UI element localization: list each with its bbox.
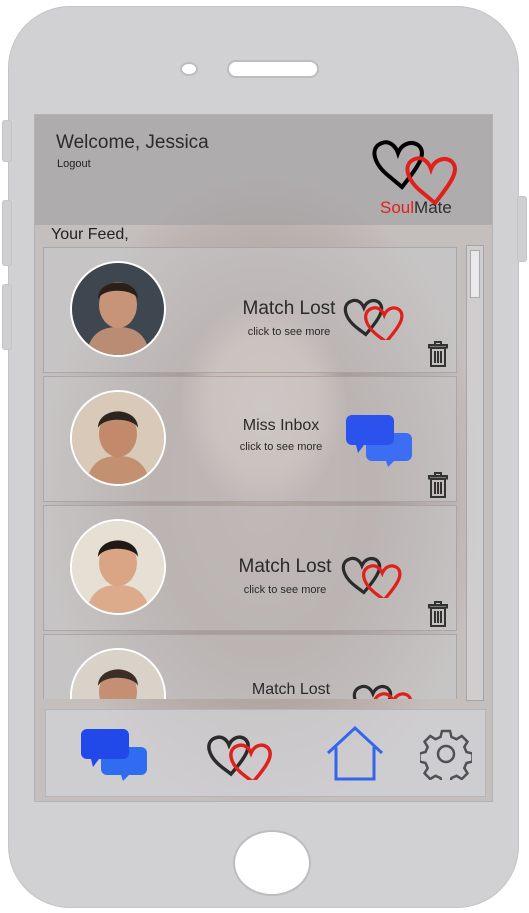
feed-card[interactable]: Match Lost click to see more xyxy=(43,247,457,373)
home-hardware-button[interactable] xyxy=(233,830,311,896)
power-button xyxy=(517,196,527,262)
avatar[interactable] xyxy=(70,261,166,357)
logout-link[interactable]: Logout xyxy=(57,158,91,170)
broken-hearts-icon xyxy=(340,292,410,345)
feed-scrollbar[interactable] xyxy=(466,245,484,701)
trash-icon[interactable] xyxy=(427,600,449,628)
feed-card[interactable]: Miss Inbox click to see more xyxy=(43,376,457,502)
avatar[interactable] xyxy=(70,648,166,699)
speaker xyxy=(227,60,319,78)
feed-list: Match Lost click to see more Miss Inbox cli… xyxy=(43,247,461,699)
avatar[interactable] xyxy=(70,390,166,486)
tab-home[interactable] xyxy=(322,722,388,786)
tab-matches[interactable] xyxy=(201,722,281,786)
broken-hearts-icon xyxy=(338,550,408,603)
card-title: Miss Inbox xyxy=(242,417,320,434)
logo-wordmark: SoulMate xyxy=(380,198,452,218)
app-screen: Welcome, Jessica Logout SoulMate Your Fe… xyxy=(34,114,493,802)
broken-hearts-icon xyxy=(349,678,419,699)
hearts-icon xyxy=(207,735,272,780)
tab-settings[interactable] xyxy=(416,722,476,786)
header: Welcome, Jessica Logout SoulMate xyxy=(35,115,492,225)
logo-word-mate: Mate xyxy=(414,198,452,217)
trash-icon[interactable] xyxy=(427,471,449,499)
scrollbar-thumb[interactable] xyxy=(470,250,480,298)
feed-label: Your Feed, xyxy=(51,226,129,243)
gear-icon xyxy=(420,729,472,780)
chat-bubbles-icon xyxy=(346,413,414,472)
welcome-text: Welcome, Jessica xyxy=(56,132,209,153)
bottom-tab-bar xyxy=(45,709,486,797)
camera xyxy=(180,62,198,76)
trash-icon[interactable] xyxy=(427,340,449,368)
feed-card[interactable]: Match Lost click to see more xyxy=(43,505,457,631)
chat-bubbles-icon xyxy=(81,729,147,781)
volume-button xyxy=(2,284,12,350)
card-title: Match Lost xyxy=(251,681,331,698)
logo-word-soul: Soul xyxy=(380,198,415,217)
volume-button xyxy=(2,200,12,266)
tab-messages[interactable] xyxy=(80,722,150,786)
home-icon xyxy=(326,725,384,781)
volume-button xyxy=(2,120,12,162)
avatar[interactable] xyxy=(70,519,166,615)
card-subtitle[interactable]: click to see more xyxy=(206,441,356,453)
feed-card[interactable]: Match Lost xyxy=(43,634,457,699)
